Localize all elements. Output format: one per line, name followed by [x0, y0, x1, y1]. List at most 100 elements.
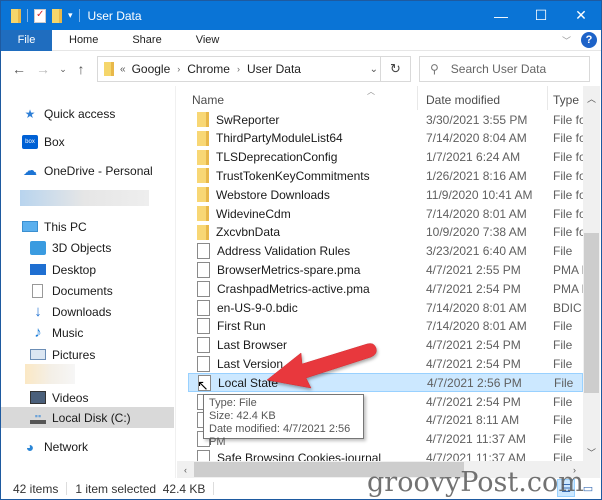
tab-view[interactable]: View — [179, 30, 237, 51]
file-type: File folder — [553, 168, 583, 183]
sidebar-item-documents[interactable]: Documents — [1, 280, 174, 301]
file-name: WidevineCdm — [216, 206, 291, 221]
file-explorer-window: ▾ User Data — ☐ ✕ File Home Share View ﹀… — [0, 0, 602, 500]
file-row[interactable]: TrustTokenKeyCommitments 1/26/2021 8:16 A… — [188, 166, 583, 185]
up-button[interactable]: ↑ — [71, 58, 91, 80]
vertical-scrollbar[interactable]: ︿ ﹀ — [583, 86, 600, 461]
sidebar-item-onedrive[interactable]: ☁ OneDrive - Personal — [1, 160, 174, 181]
file-date-modified: 11/9/2020 10:41 AM — [426, 187, 533, 202]
file-row[interactable]: BrowserMetrics-spare.pma 4/7/2021 2:55 PM… — [188, 260, 583, 279]
file-date-modified: 7/14/2020 8:01 AM — [426, 319, 527, 334]
sidebar-item-this-pc[interactable]: This PC — [1, 216, 174, 237]
column-header-type[interactable]: Type — [553, 93, 579, 107]
file-row[interactable]: Last Version 4/7/2021 2:54 PM File — [188, 354, 583, 373]
help-icon[interactable]: ? — [581, 32, 597, 48]
document-icon — [32, 283, 43, 298]
minimize-button[interactable]: — — [481, 1, 521, 30]
recent-locations-chevron-down-icon[interactable]: ⌄ — [55, 58, 71, 80]
column-header-date-modified[interactable]: Date modified — [426, 93, 500, 107]
file-date-modified: 4/7/2021 2:54 PM — [426, 338, 521, 353]
sidebar-item-videos[interactable]: Videos — [1, 387, 174, 408]
file-row[interactable]: Local State 4/7/2021 2:56 PM File — [188, 373, 583, 393]
sidebar-item-network[interactable]: ◕ Network — [1, 436, 174, 457]
address-history-chevron-down-icon[interactable]: ⌄ — [370, 57, 378, 81]
folder-icon — [197, 130, 209, 146]
address-bar[interactable]: « Google › Chrome › User Data ⌄ ↻ — [97, 56, 411, 82]
breadcrumb-overflow[interactable]: « — [120, 64, 126, 75]
file-row[interactable]: CrashpadMetrics-active.pma 4/7/2021 2:54 … — [188, 279, 583, 298]
back-button[interactable]: ← — [9, 58, 29, 80]
file-row[interactable]: SwReporter 3/30/2021 3:55 PM File folder — [188, 110, 583, 129]
tab-share[interactable]: Share — [115, 30, 178, 51]
file-date-modified: 4/7/2021 11:37 AM — [426, 432, 526, 447]
file-row[interactable]: Last Browser 4/7/2021 2:54 PM File — [188, 336, 583, 355]
refresh-button[interactable]: ↻ — [380, 57, 410, 81]
search-box[interactable]: ⚲ Search User Data — [419, 56, 590, 82]
vertical-scroll-thumb[interactable] — [584, 233, 599, 394]
tab-home[interactable]: Home — [52, 30, 115, 51]
sidebar-item-music[interactable]: ♪ Music — [1, 322, 174, 343]
file-row[interactable]: en-US-9-0.bdic 7/14/2020 8:01 AM BDIC File — [188, 298, 583, 317]
music-icon: ♪ — [34, 324, 42, 341]
sidebar-item-label: Music — [52, 325, 84, 340]
sidebar-item-label: Videos — [52, 390, 89, 405]
file-name: Last Browser — [217, 338, 288, 353]
pictures-icon — [30, 349, 46, 360]
expand-ribbon-chevron-down-icon[interactable]: ﹀ — [562, 34, 571, 47]
file-row[interactable]: Address Validation Rules 3/23/2021 6:40 A… — [188, 242, 583, 261]
file-date-modified: 4/7/2021 8:11 AM — [426, 413, 520, 428]
sidebar-item-box[interactable]: box Box — [1, 131, 174, 152]
file-row[interactable]: Webstore Downloads 11/9/2020 10:41 AM File… — [188, 185, 583, 204]
close-button[interactable]: ✕ — [561, 1, 601, 30]
selection-info: 1 item selected 42.4 KB — [75, 481, 206, 496]
column-header-name[interactable]: Name — [192, 93, 224, 107]
file-type: File — [553, 394, 573, 409]
file-name: BrowserMetrics-spare.pma — [217, 262, 361, 277]
sidebar-item-pictures[interactable]: Pictures — [1, 344, 174, 365]
watermark: groovyPost.com — [367, 467, 584, 498]
breadcrumb-chrome[interactable]: Chrome — [187, 62, 230, 76]
file-type: PMA File — [553, 262, 583, 277]
scroll-left-arrow-icon[interactable]: ‹ — [177, 461, 194, 478]
file-date-modified: 4/7/2021 2:54 PM — [426, 281, 521, 296]
breadcrumb-user-data[interactable]: User Data — [247, 62, 301, 76]
folder-icon — [197, 206, 209, 221]
cloud-icon: ☁ — [23, 162, 37, 178]
file-row[interactable]: ZxcvbnData 10/9/2020 7:38 AM File folder — [188, 223, 583, 242]
file-name: SwReporter — [216, 112, 280, 127]
scroll-up-arrow-icon[interactable]: ︿ — [583, 90, 600, 107]
properties-icon[interactable] — [34, 8, 46, 23]
network-icon: ◕ — [25, 438, 35, 455]
file-row[interactable]: Safe Browsing Cookies-journal 4/7/2021 11… — [188, 448, 583, 461]
forward-button[interactable]: → — [33, 58, 53, 80]
scroll-down-arrow-icon[interactable]: ﹀ — [583, 444, 600, 461]
file-row[interactable]: WidevineCdm 7/14/2020 8:01 AM File folder — [188, 204, 583, 223]
navigation-bar: ← → ⌄ ↑ « Google › Chrome › User Data ⌄ … — [1, 52, 601, 86]
window-title: User Data — [87, 8, 142, 23]
sidebar-item-3d-objects[interactable]: 3D Objects — [1, 237, 174, 258]
search-input[interactable]: Search User Data — [451, 62, 546, 76]
file-row[interactable]: First Run 7/14/2020 8:01 AM File — [188, 317, 583, 336]
file-name: ThirdPartyModuleList64 — [216, 131, 343, 146]
customize-toolbar-dropdown-icon[interactable]: ▾ — [68, 10, 73, 21]
sidebar-item-downloads[interactable]: ↓ Downloads — [1, 301, 174, 322]
file-type: File folder — [553, 112, 583, 127]
file-row[interactable]: ThirdPartyModuleList64 7/14/2020 8:04 AM F… — [188, 129, 583, 148]
file-name: ZxcvbnData — [216, 225, 281, 240]
file-date-modified: 7/14/2020 8:01 AM — [426, 300, 527, 315]
tab-file[interactable]: File — [1, 29, 52, 51]
folder-icon — [104, 62, 114, 76]
column-divider[interactable] — [547, 86, 548, 110]
file-row[interactable]: TLSDeprecationConfig 1/7/2021 6:24 AM File… — [188, 148, 583, 167]
breadcrumb-chevron-right-icon[interactable]: › — [237, 64, 240, 74]
sidebar-item-local-disk-c[interactable]: ▪▪ Local Disk (C:) — [1, 407, 174, 428]
new-folder-icon[interactable] — [52, 8, 62, 23]
folder-icon — [197, 149, 209, 165]
breadcrumb-google[interactable]: Google — [132, 62, 171, 76]
maximize-button[interactable]: ☐ — [521, 1, 561, 30]
breadcrumb-chevron-right-icon[interactable]: › — [177, 64, 180, 74]
file-name: TrustTokenKeyCommitments — [216, 168, 370, 183]
sidebar-item-desktop[interactable]: Desktop — [1, 259, 174, 280]
column-divider[interactable] — [417, 86, 418, 110]
sidebar-item-quick-access[interactable]: ★ Quick access — [1, 103, 174, 124]
